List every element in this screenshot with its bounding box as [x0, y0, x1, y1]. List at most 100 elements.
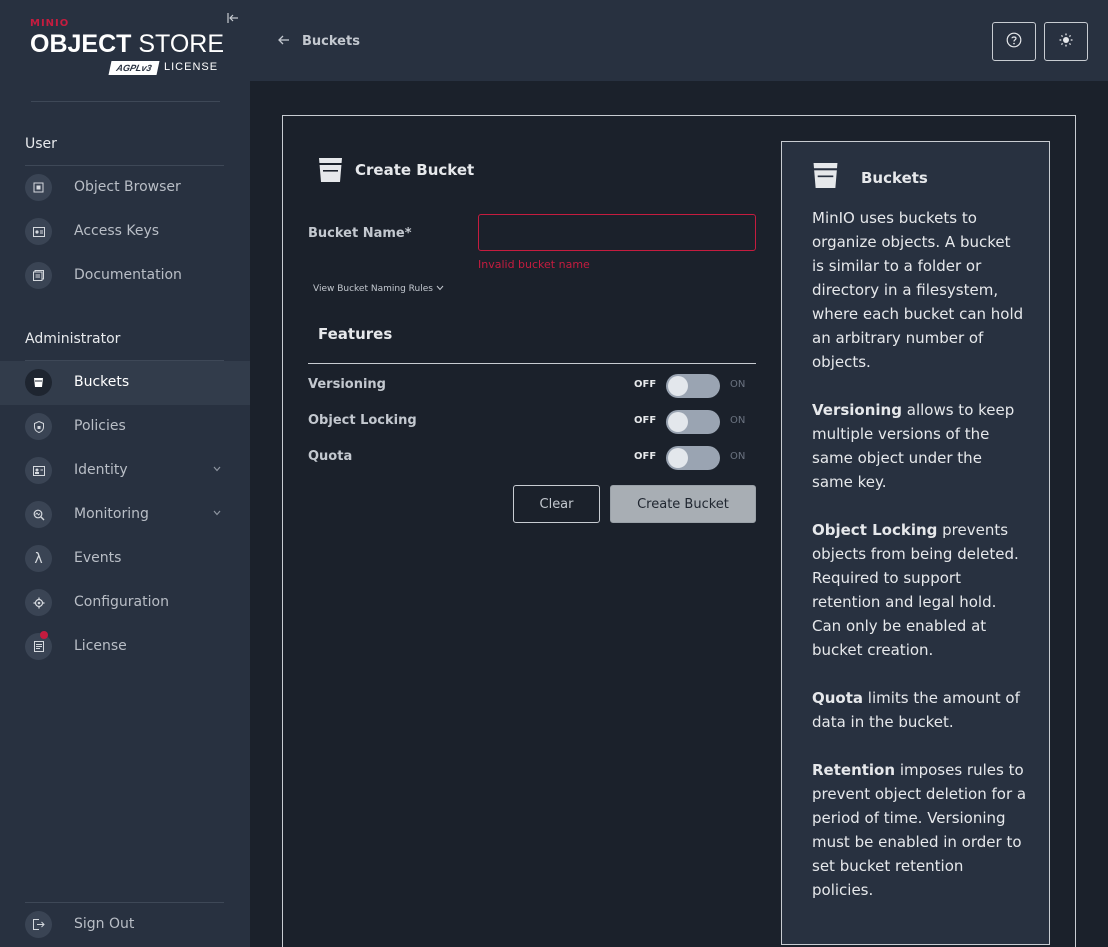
- toggle-off-label: OFF: [634, 451, 657, 462]
- sidebar-item-object-browser[interactable]: Object Browser: [0, 166, 250, 210]
- toggle-on-label: ON: [730, 451, 746, 462]
- versioning-toggle[interactable]: [666, 374, 720, 398]
- feature-label: Quota: [308, 449, 353, 464]
- bucket-name-label: Bucket Name*: [308, 226, 412, 241]
- sidebar-item-events[interactable]: λ Events: [0, 537, 250, 581]
- sidebar: MINIO OBJECT STORE AGPLv3 LICENSE User O…: [0, 0, 250, 947]
- sidebar-item-label: Object Browser: [74, 179, 181, 195]
- help-object-locking: Object Locking prevents objects from bei…: [812, 518, 1027, 662]
- toggle-off-label: OFF: [634, 379, 657, 390]
- toggle-off-label: OFF: [634, 415, 657, 426]
- help-quota: Quota limits the amount of data in the b…: [812, 686, 1027, 734]
- features-divider: [308, 363, 756, 364]
- bucket-icon: [25, 369, 52, 396]
- section-title-user: User: [25, 136, 57, 152]
- license-text: LICENSE: [164, 61, 219, 73]
- theme-toggle-button[interactable]: [1044, 22, 1088, 61]
- help-button[interactable]: [992, 22, 1036, 61]
- feature-row-object-locking: Object Locking OFF ON: [308, 409, 756, 435]
- form-header: Create Bucket: [318, 157, 474, 183]
- naming-rules-link[interactable]: View Bucket Naming Rules: [313, 284, 444, 294]
- documentation-icon: [25, 262, 52, 289]
- sidebar-item-monitoring[interactable]: Monitoring: [0, 493, 250, 537]
- sidebar-item-label: Documentation: [74, 267, 182, 283]
- toggle-knob: [668, 376, 688, 396]
- clear-button[interactable]: Clear: [513, 485, 600, 523]
- sidebar-item-label: Policies: [74, 418, 126, 434]
- access-keys-icon: [25, 218, 52, 245]
- back-link[interactable]: Buckets: [278, 33, 360, 49]
- sign-out-button[interactable]: Sign Out: [0, 903, 250, 947]
- object-locking-toggle[interactable]: [666, 410, 720, 434]
- chevron-down-icon[interactable]: [210, 463, 224, 477]
- features-title: Features: [318, 325, 393, 343]
- feature-label: Versioning: [308, 377, 386, 392]
- toggle-on-label: ON: [730, 379, 746, 390]
- object-browser-icon: [25, 174, 52, 201]
- toggle-knob: [668, 448, 688, 468]
- quota-toggle[interactable]: [666, 446, 720, 470]
- sidebar-item-identity[interactable]: Identity: [0, 449, 250, 493]
- notification-dot: [40, 631, 48, 639]
- collapse-sidebar-icon[interactable]: [226, 12, 240, 26]
- monitoring-icon: [25, 501, 52, 528]
- logo-product: OBJECT STORE: [30, 30, 224, 59]
- help-retention: Retention imposes rules to prevent objec…: [812, 758, 1027, 902]
- sidebar-item-label: Configuration: [74, 594, 169, 610]
- logo-divider: [31, 101, 220, 102]
- sidebar-item-access-keys[interactable]: Access Keys: [0, 210, 250, 254]
- toggle-knob: [668, 412, 688, 432]
- help-term: Quota: [812, 689, 864, 707]
- sidebar-item-label: Access Keys: [74, 223, 160, 239]
- identity-icon: [25, 457, 52, 484]
- toggle-on-label: ON: [730, 415, 746, 426]
- gear-icon: [25, 589, 52, 616]
- bucket-icon: [318, 157, 343, 183]
- lambda-icon: λ: [25, 545, 52, 572]
- feature-row-quota: Quota OFF ON: [308, 445, 756, 471]
- create-bucket-button[interactable]: Create Bucket: [610, 485, 756, 523]
- help-term: Versioning: [812, 401, 902, 419]
- sidebar-item-label: Buckets: [74, 374, 130, 390]
- sidebar-item-label: Identity: [74, 462, 128, 478]
- top-bar: Buckets: [250, 0, 1108, 81]
- naming-rules-label: View Bucket Naming Rules: [313, 284, 433, 294]
- arrow-left-icon: [278, 33, 290, 49]
- policies-icon: [25, 413, 52, 440]
- help-body: MinIO uses buckets to organize objects. …: [812, 206, 1027, 926]
- help-box: Buckets MinIO uses buckets to organize o…: [781, 141, 1050, 945]
- help-intro: MinIO uses buckets to organize objects. …: [812, 209, 1024, 371]
- sidebar-item-buckets[interactable]: Buckets: [0, 361, 250, 405]
- feature-label: Object Locking: [308, 413, 417, 428]
- sidebar-item-label: Monitoring: [74, 506, 149, 522]
- feature-row-versioning: Versioning OFF ON: [308, 373, 756, 399]
- license-icon: [25, 633, 52, 660]
- sidebar-item-label: Events: [74, 550, 122, 566]
- help-icon: [1006, 32, 1022, 52]
- help-term: Object Locking: [812, 521, 938, 539]
- sidebar-item-configuration[interactable]: Configuration: [0, 581, 250, 625]
- sun-icon: [1059, 33, 1073, 51]
- logo-product-bold: OBJECT: [30, 30, 132, 58]
- sidebar-item-documentation[interactable]: Documentation: [0, 254, 250, 298]
- section-title-administrator: Administrator: [25, 331, 121, 347]
- minio-logo: MINIO OBJECT STORE AGPLv3 LICENSE: [30, 18, 225, 78]
- sidebar-item-license[interactable]: License: [0, 625, 250, 669]
- back-link-label: Buckets: [302, 33, 360, 49]
- bucket-name-input[interactable]: [478, 214, 756, 251]
- help-title: Buckets: [861, 168, 928, 187]
- help-term: Retention: [812, 761, 896, 779]
- help-text: imposes rules to prevent object deletion…: [812, 761, 1027, 899]
- bucket-name-error: Invalid bucket name: [478, 258, 590, 271]
- license-badge: AGPLv3: [108, 61, 160, 75]
- help-versioning: Versioning allows to keep multiple versi…: [812, 398, 1027, 494]
- logo-brand: MINIO: [30, 18, 70, 29]
- chevron-down-icon: [436, 284, 444, 294]
- bucket-icon: [812, 162, 839, 193]
- chevron-down-icon[interactable]: [210, 507, 224, 521]
- form-title: Create Bucket: [355, 161, 475, 179]
- sidebar-item-policies[interactable]: Policies: [0, 405, 250, 449]
- sign-out-label: Sign Out: [74, 916, 135, 932]
- logo-product-light: STORE: [131, 30, 225, 58]
- help-text: prevents objects from being deleted. Req…: [812, 521, 1019, 659]
